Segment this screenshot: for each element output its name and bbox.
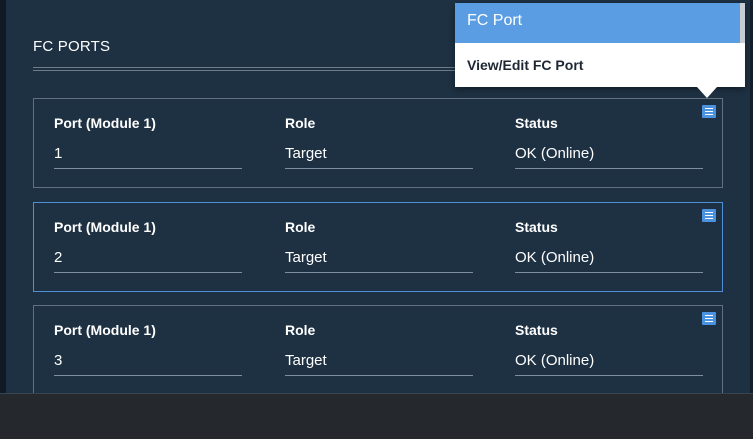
section-title: FC PORTS bbox=[33, 38, 111, 55]
popup-scrollbar[interactable] bbox=[740, 3, 745, 43]
port-underline bbox=[54, 168, 242, 169]
popup-title: FC Port bbox=[455, 3, 740, 43]
port-label: Port (Module 1) bbox=[54, 322, 156, 338]
status-value: OK (Online) bbox=[515, 249, 595, 266]
hamburger-menu-icon[interactable] bbox=[702, 312, 716, 325]
status-value: OK (Online) bbox=[515, 145, 595, 162]
popup-pointer bbox=[697, 87, 717, 98]
port-card-1[interactable]: Port (Module 1) 1 Role Target Status OK … bbox=[33, 98, 723, 188]
hamburger-menu-icon[interactable] bbox=[702, 105, 716, 118]
status-underline bbox=[515, 272, 703, 273]
left-edge bbox=[0, 0, 6, 439]
role-label: Role bbox=[285, 322, 316, 338]
role-underline bbox=[285, 272, 473, 273]
status-underline bbox=[515, 375, 703, 376]
role-label: Role bbox=[285, 115, 316, 131]
port-value: 3 bbox=[54, 352, 63, 369]
port-label: Port (Module 1) bbox=[54, 115, 156, 131]
port-underline bbox=[54, 375, 242, 376]
port-underline bbox=[54, 272, 242, 273]
port-card-3[interactable]: Port (Module 1) 3 Role Target Status OK … bbox=[33, 305, 723, 395]
role-underline bbox=[285, 168, 473, 169]
status-value: OK (Online) bbox=[515, 352, 595, 369]
port-value: 2 bbox=[54, 249, 63, 266]
port-label: Port (Module 1) bbox=[54, 219, 156, 235]
role-underline bbox=[285, 375, 473, 376]
bottom-bar bbox=[0, 393, 753, 439]
fc-ports-panel: FC PORTS Port (Module 1) 1 Role Target S… bbox=[0, 0, 753, 439]
role-value: Target bbox=[285, 145, 327, 162]
role-value: Target bbox=[285, 352, 327, 369]
port-value: 1 bbox=[54, 145, 63, 162]
status-label: Status bbox=[515, 115, 558, 131]
status-label: Status bbox=[515, 219, 558, 235]
status-underline bbox=[515, 168, 703, 169]
view-edit-fc-port-menu-item[interactable]: View/Edit FC Port bbox=[455, 51, 745, 81]
role-label: Role bbox=[285, 219, 316, 235]
status-label: Status bbox=[515, 322, 558, 338]
hamburger-menu-icon[interactable] bbox=[702, 209, 716, 222]
context-menu-popup: FC Port View/Edit FC Port bbox=[455, 3, 745, 98]
port-card-2[interactable]: Port (Module 1) 2 Role Target Status OK … bbox=[33, 202, 723, 292]
role-value: Target bbox=[285, 249, 327, 266]
